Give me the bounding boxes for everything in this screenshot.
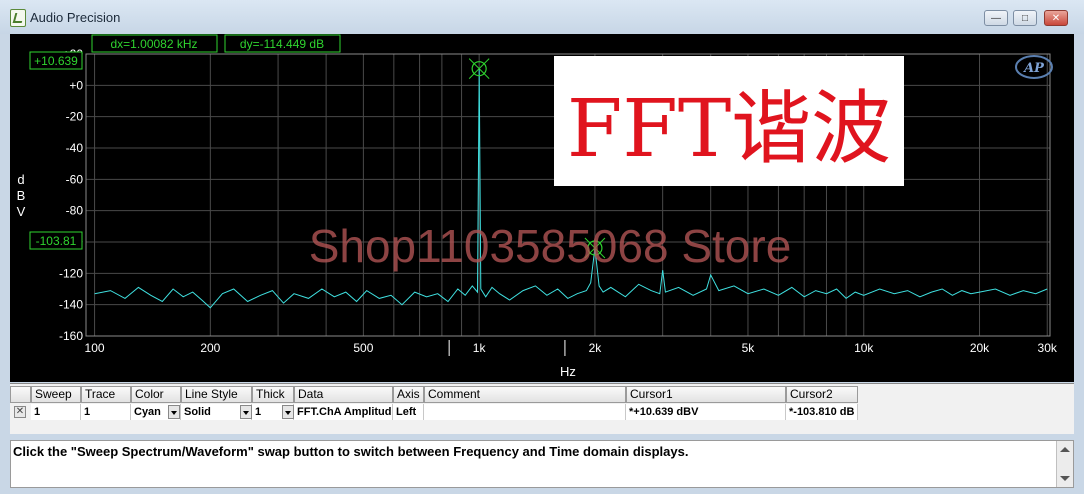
scroll-up-icon[interactable] <box>1060 447 1070 452</box>
header-thick[interactable]: Thick <box>252 386 294 403</box>
x-tick-label: 2k <box>589 341 603 355</box>
help-scrollbar[interactable] <box>1056 441 1073 487</box>
header-cursor1[interactable]: Cursor1 <box>626 386 786 403</box>
header-selector <box>10 386 31 403</box>
minimize-button[interactable]: — <box>984 10 1008 26</box>
y-axis-label-2: B <box>17 188 26 203</box>
y-tick-label: -120 <box>59 266 83 280</box>
header-comment[interactable]: Comment <box>424 386 626 403</box>
header-cursor2[interactable]: Cursor2 <box>786 386 858 403</box>
x-tick-labels: 100 200 500 1k 2k 5k 10k 20k 30k <box>85 340 1058 356</box>
ap-logo-text: AP <box>1022 61 1045 76</box>
window-title: Audio Precision <box>30 10 121 25</box>
maximize-button[interactable]: □ <box>1013 10 1037 26</box>
x-tick-label: 30k <box>1038 341 1058 355</box>
cell-axis[interactable]: Left <box>393 404 424 420</box>
header-color[interactable]: Color <box>131 386 181 403</box>
plot-area[interactable]: +20+0-20-40-60-80-100-120-140-160 100200… <box>10 34 1074 382</box>
trace-table: Sweep Trace Color Line Style Thick Data … <box>10 383 1074 434</box>
y-axis-label-1: d <box>17 172 24 187</box>
help-text: Click the "Sweep Spectrum/Waveform" swap… <box>13 444 689 459</box>
cursor1-value: +10.639 <box>34 54 78 68</box>
x-tick-label: 5k <box>742 341 756 355</box>
cell-comment[interactable] <box>424 404 626 420</box>
fft-chart[interactable]: +20+0-20-40-60-80-100-120-140-160 100200… <box>10 34 1074 382</box>
y-tick-label: -160 <box>59 329 83 343</box>
dy-readout: dy=-114.449 dB <box>240 37 324 51</box>
dx-readout: dx=1.00082 kHz <box>110 37 197 51</box>
y-tick-label: -20 <box>66 110 84 124</box>
y-tick-label: -140 <box>59 298 83 312</box>
x-axis-label: Hz <box>560 364 576 379</box>
watermark-text: Shop1103585068 Store <box>309 220 792 272</box>
y-tick-label: -60 <box>66 172 84 186</box>
y-tick-label: -80 <box>66 204 84 218</box>
x-tick-label: 500 <box>353 341 373 355</box>
cell-cursor2[interactable]: *-103.810 dB <box>786 404 858 420</box>
x-tick-label: 100 <box>85 341 105 355</box>
line-style-dropdown-icon[interactable] <box>240 405 252 419</box>
x-tick-label: 200 <box>200 341 220 355</box>
scroll-down-icon[interactable] <box>1060 476 1070 481</box>
y-tick-label: -40 <box>66 141 84 155</box>
header-trace[interactable]: Trace <box>81 386 131 403</box>
app-icon <box>10 9 26 27</box>
y-tick-label: +0 <box>69 78 83 92</box>
title-bar: Audio Precision — □ ✕ <box>0 0 1084 34</box>
cursor2-value: -103.81 <box>36 234 77 248</box>
ap-logo: AP <box>1015 55 1053 79</box>
cell-cursor1[interactable]: *+10.639 dBV <box>626 404 786 420</box>
banner-text: FFT谐波 <box>567 82 891 175</box>
x-tick-label: 1k <box>473 341 487 355</box>
header-line-style[interactable]: Line Style <box>181 386 252 403</box>
x-tick-label: 10k <box>854 341 874 355</box>
y-tick-labels: +20+0-20-40-60-80-100-120-140-160 <box>59 47 83 343</box>
header-data[interactable]: Data <box>294 386 393 403</box>
thick-dropdown-icon[interactable] <box>282 405 294 419</box>
cell-data[interactable]: FFT.ChA Amplitud <box>294 404 393 420</box>
header-axis[interactable]: Axis <box>393 386 424 403</box>
cell-trace[interactable]: 1 <box>81 404 131 420</box>
color-dropdown-icon[interactable] <box>168 405 180 419</box>
y-axis-label-3: V <box>17 204 26 219</box>
x-tick-label: 20k <box>970 341 990 355</box>
close-button[interactable]: ✕ <box>1044 10 1068 26</box>
help-panel: Click the "Sweep Spectrum/Waveform" swap… <box>10 440 1074 488</box>
header-sweep[interactable]: Sweep <box>31 386 81 403</box>
row-enable-checkbox[interactable]: ✕ <box>14 406 26 418</box>
cell-sweep[interactable]: 1 <box>31 404 81 420</box>
